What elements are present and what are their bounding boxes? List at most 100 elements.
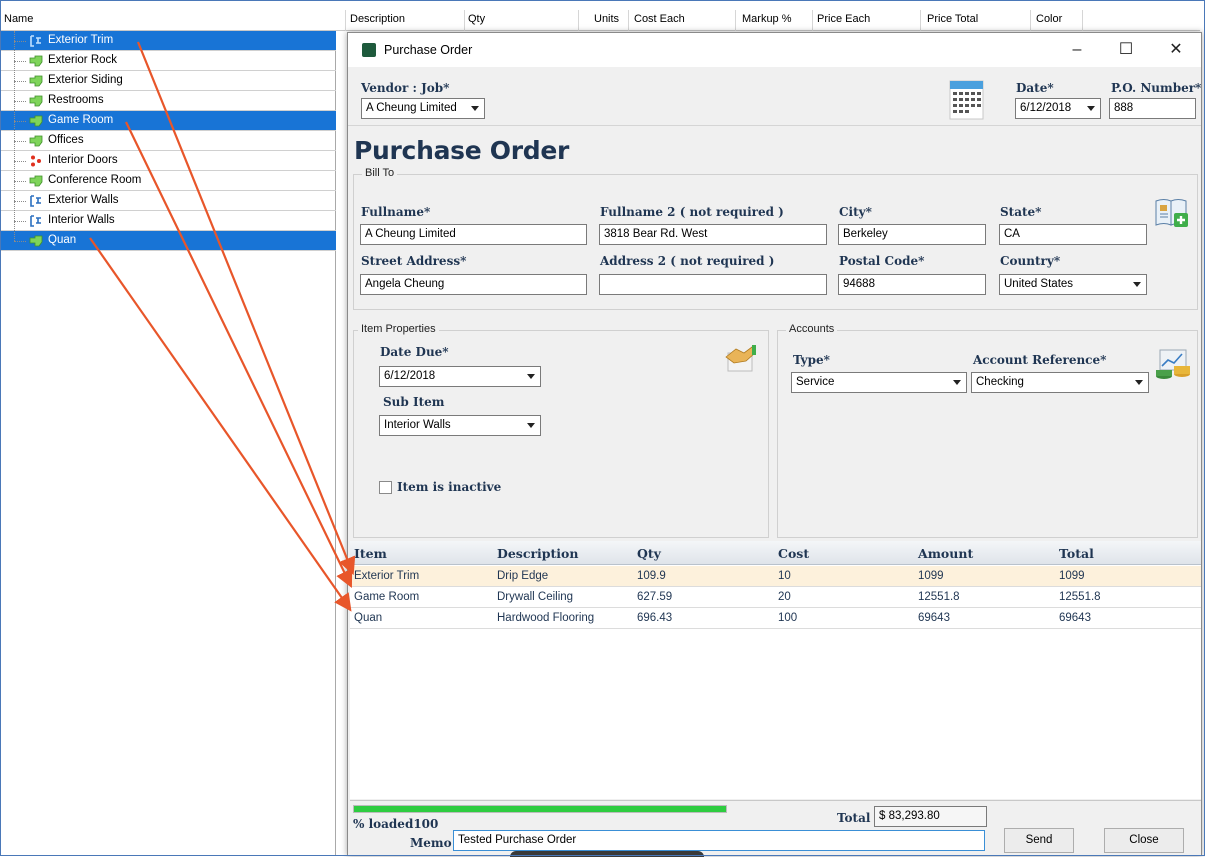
date-picker[interactable]: 6/12/2018 — [1015, 98, 1101, 119]
tree-node-icon — [30, 215, 41, 227]
purchase-order-dialog: Purchase Order – ☐ ✕ Vendor : Job* A Che… — [347, 32, 1202, 857]
table-row[interactable]: Game Room Drywall Ceiling 627.59 20 1255… — [350, 587, 1201, 608]
tree-item-label: Interior Walls — [48, 214, 115, 226]
cell-total: 12551.8 — [1059, 591, 1101, 603]
calendar-icon[interactable] — [949, 80, 984, 120]
dialog-titlebar[interactable]: Purchase Order – ☐ ✕ — [348, 33, 1201, 67]
col-header-description[interactable]: Description — [350, 13, 405, 25]
sub-item-select[interactable]: Interior Walls — [379, 415, 541, 436]
dialog-title: Purchase Order — [384, 43, 473, 57]
cell-cost: 100 — [778, 612, 798, 624]
tree-item-label: Offices — [48, 134, 84, 146]
tree-item-label: Exterior Walls — [48, 194, 119, 206]
tree-item-exterior-rock[interactable]: Exterior Rock — [0, 51, 336, 71]
cell-item: Exterior Trim — [354, 570, 420, 582]
th-qty[interactable]: Qty — [637, 546, 661, 561]
postal-code-field[interactable]: 94688 — [838, 274, 986, 295]
account-type-select[interactable]: Service — [791, 372, 967, 393]
tree-item-label: Interior Doors — [48, 154, 118, 166]
state-field[interactable]: CA — [999, 224, 1147, 245]
memo-label: Memo — [410, 836, 452, 850]
cell-amount: 69643 — [918, 612, 950, 624]
green-item-icon — [29, 175, 43, 187]
tree-item-quan[interactable]: Quan — [0, 231, 336, 251]
street-label: Street Address* — [361, 254, 467, 268]
cell-cost: 20 — [778, 591, 791, 603]
postal-code-label: Postal Code* — [839, 254, 925, 268]
table-row[interactable]: Quan Hardwood Flooring 696.43 100 69643 … — [350, 608, 1201, 629]
accounts-title: Accounts — [786, 323, 838, 335]
col-header-markup[interactable]: Markup % — [742, 13, 792, 25]
tree-item-exterior-trim[interactable]: Exterior Trim — [0, 31, 336, 51]
grid-header: Name Description Qty Units Cost Each Mar… — [0, 10, 1200, 31]
po-number-field[interactable]: 888 — [1109, 98, 1196, 119]
tree-item-restrooms[interactable]: Restrooms — [0, 91, 336, 111]
memo-field[interactable]: Tested Purchase Order — [453, 830, 985, 851]
overlay-bar — [510, 851, 704, 857]
cell-qty: 627.59 — [637, 591, 673, 603]
th-cost[interactable]: Cost — [778, 546, 809, 561]
date-due-label: Date Due* — [380, 345, 449, 359]
tree-item-game-room[interactable]: Game Room — [0, 111, 336, 131]
send-button[interactable]: Send — [1004, 828, 1074, 853]
address2-field[interactable] — [599, 274, 827, 295]
tree-item-conference-room[interactable]: Conference Room — [0, 171, 336, 191]
vendor-job-select[interactable]: A Cheung Limited — [361, 98, 485, 119]
col-header-cost-each[interactable]: Cost Each — [634, 13, 685, 25]
sub-item-label: Sub Item — [383, 395, 445, 409]
load-progress-bar — [353, 805, 727, 813]
maximize-button[interactable]: ☐ — [1103, 37, 1149, 63]
date-due-picker[interactable]: 6/12/2018 — [379, 366, 541, 387]
fullname2-field[interactable]: 3818 Bear Rd. West — [599, 224, 827, 245]
street-field[interactable]: Angela Cheung — [360, 274, 587, 295]
close-window-button[interactable]: ✕ — [1153, 37, 1199, 63]
close-button[interactable]: Close — [1104, 828, 1184, 853]
bill-to-title: Bill To — [362, 167, 398, 179]
col-header-qty[interactable]: Qty — [468, 13, 485, 25]
total-label: Total — [837, 811, 871, 825]
fullname2-label: Fullname 2 ( not required ) — [600, 205, 784, 219]
col-header-units[interactable]: Units — [594, 13, 619, 25]
tree-item-interior-walls[interactable]: Interior Walls — [0, 211, 336, 231]
accounts-chart-icon[interactable] — [1154, 346, 1194, 382]
minimize-button[interactable]: – — [1054, 37, 1100, 63]
th-amount[interactable]: Amount — [918, 546, 973, 561]
page-title: Purchase Order — [354, 136, 570, 165]
cell-total: 69643 — [1059, 612, 1091, 624]
item-inactive-label: Item is inactive — [397, 480, 502, 494]
cell-qty: 109.9 — [637, 570, 666, 582]
green-item-icon — [29, 75, 43, 87]
account-reference-label: Account Reference* — [973, 353, 1107, 367]
cell-description: Drywall Ceiling — [497, 591, 574, 603]
address-book-add-icon[interactable] — [1154, 197, 1190, 229]
footer-divider — [350, 800, 1201, 801]
item-inactive-checkbox[interactable] — [379, 481, 392, 494]
green-item-icon — [29, 95, 43, 107]
th-item[interactable]: Item — [354, 546, 387, 561]
tree-item-offices[interactable]: Offices — [0, 131, 336, 151]
fullname-field[interactable]: A Cheung Limited — [360, 224, 587, 245]
tree-item-exterior-walls[interactable]: Exterior Walls — [0, 191, 336, 211]
vendor-job-value: A Cheung Limited — [366, 102, 457, 114]
country-select[interactable]: United States — [999, 274, 1147, 295]
address2-label: Address 2 ( not required ) — [600, 254, 775, 268]
table-row[interactable]: Exterior Trim Drip Edge 109.9 10 1099 10… — [350, 566, 1201, 587]
tree-item-exterior-siding[interactable]: Exterior Siding — [0, 71, 336, 91]
tree-item-label: Exterior Trim — [48, 34, 114, 46]
col-header-price-total[interactable]: Price Total — [927, 13, 978, 25]
th-description[interactable]: Description — [497, 546, 578, 561]
load-progress-fill — [354, 806, 726, 812]
account-reference-select[interactable]: Checking — [971, 372, 1149, 393]
th-total[interactable]: Total — [1059, 546, 1094, 561]
tree-item-interior-doors[interactable]: Interior Doors — [0, 151, 336, 171]
date-due-value: 6/12/2018 — [384, 370, 436, 382]
table-header: Item Description Qty Cost Amount Total — [350, 541, 1201, 565]
green-item-icon — [29, 235, 43, 247]
tree-item-label: Quan — [48, 234, 77, 246]
col-header-name[interactable]: Name — [4, 13, 33, 25]
handshake-icon — [725, 345, 756, 372]
col-header-color[interactable]: Color — [1036, 13, 1062, 25]
cell-qty: 696.43 — [637, 612, 673, 624]
col-header-price-each[interactable]: Price Each — [817, 13, 870, 25]
city-field[interactable]: Berkeley — [838, 224, 986, 245]
